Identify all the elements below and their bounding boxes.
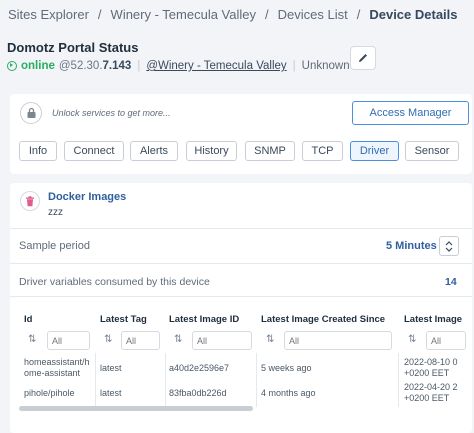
access-manager-button[interactable]: Access Manager: [352, 101, 469, 125]
cell-id-line: ome-assistant: [24, 368, 81, 378]
filter-input-created-since[interactable]: [284, 331, 392, 350]
tab-connect[interactable]: Connect: [64, 141, 124, 161]
driver-variables-label: Driver variables consumed by this device: [19, 276, 210, 288]
cell-created-since: 5 weeks ago: [261, 363, 312, 373]
column-header-latest-tag[interactable]: Latest Tag: [100, 314, 147, 325]
column-divider: [256, 353, 257, 407]
cell-image-id: 83fba0db226d: [169, 388, 227, 398]
filter-input-image-id[interactable]: [192, 331, 252, 350]
divider: [10, 263, 472, 264]
column-divider: [398, 353, 399, 407]
divider: [10, 296, 472, 297]
cell-image-line: 2022-04-20 2: [404, 382, 458, 392]
tab-history[interactable]: History: [186, 141, 237, 161]
divider: |: [137, 60, 141, 72]
breadcrumb-devices-list[interactable]: Devices List: [278, 7, 348, 22]
breadcrumb-current: Device Details: [369, 7, 458, 22]
breadcrumb: Sites Explorer / Winery - Temecula Valley /…: [8, 7, 458, 22]
cell-id-line: homeassistant/h: [24, 357, 90, 367]
divider: [10, 228, 472, 229]
stepper-icon: [445, 240, 453, 252]
edit-button[interactable]: [350, 46, 376, 70]
cell-image-line: +0200 EET: [404, 368, 450, 378]
ip-address-prefix: @52.30.: [58, 60, 103, 72]
lock-button[interactable]: [20, 102, 42, 124]
breadcrumb-sites-explorer[interactable]: Sites Explorer: [8, 7, 89, 22]
site-link[interactable]: @Winery - Temecula Valley: [146, 60, 286, 72]
sample-period-value[interactable]: 5 Minutes: [386, 240, 437, 252]
cell-created-since: 4 months ago: [261, 388, 316, 398]
page-title: Domotz Portal Status: [7, 40, 139, 55]
pencil-icon: [359, 54, 367, 62]
cell-latest-image: 2022-08-10 0 +0200 EET: [404, 357, 458, 379]
column-header-latest-image-id[interactable]: Latest Image ID: [169, 314, 239, 325]
tab-tcp[interactable]: TCP: [302, 141, 343, 161]
online-icon: [7, 61, 17, 71]
cell-image-line: +0200 EET: [404, 393, 450, 403]
column-header-id[interactable]: Id: [24, 314, 32, 325]
breadcrumb-site[interactable]: Winery - Temecula Valley: [111, 7, 256, 22]
breadcrumb-separator: /: [97, 7, 102, 22]
sort-icon[interactable]: ⇅: [266, 334, 274, 345]
driver-variables-count: 14: [445, 276, 457, 288]
trash-icon: [26, 195, 34, 206]
lock-icon: [27, 107, 35, 118]
tab-sensor[interactable]: Sensor: [405, 141, 459, 161]
tab-info[interactable]: Info: [19, 141, 57, 161]
column-header-latest-image[interactable]: Latest Image: [404, 314, 462, 325]
device-type: Unknown: [301, 60, 350, 72]
tab-driver[interactable]: Driver: [350, 141, 399, 161]
filter-input-id[interactable]: [47, 331, 90, 350]
breadcrumb-separator: /: [356, 7, 361, 22]
cell-image-id: a40d2e2596e7: [169, 363, 230, 373]
unlock-services-text: Unlock services to get more...: [52, 108, 171, 118]
driver-description: zzz: [48, 207, 63, 218]
ip-address-suffix: 7.143: [102, 60, 132, 72]
cell-latest-tag: latest: [100, 388, 122, 398]
column-header-created-since[interactable]: Latest Image Created Since: [261, 314, 385, 325]
breadcrumb-separator: /: [265, 7, 269, 22]
sort-icon[interactable]: ⇅: [104, 334, 112, 345]
column-divider: [165, 353, 166, 407]
tab-alerts[interactable]: Alerts: [130, 141, 178, 161]
column-divider: [95, 353, 96, 407]
cell-id: homeassistant/h ome-assistant: [24, 357, 90, 379]
cell-latest-image: 2022-04-20 2 +0200 EET: [404, 382, 458, 404]
delete-driver-button[interactable]: [20, 191, 40, 211]
cell-latest-tag: latest: [100, 363, 122, 373]
horizontal-scrollbar[interactable]: [19, 406, 253, 411]
filter-input-latest-image[interactable]: [426, 331, 466, 350]
driver-card: [10, 183, 472, 433]
filter-input-latest-tag[interactable]: [121, 331, 160, 350]
divider: |: [292, 60, 296, 72]
sort-icon[interactable]: ⇅: [174, 334, 182, 345]
cell-id: pihole/pihole: [24, 388, 75, 398]
tab-snmp[interactable]: SNMP: [245, 141, 295, 161]
sort-icon[interactable]: ⇅: [28, 334, 36, 345]
cell-image-line: 2022-08-10 0: [404, 357, 458, 367]
sample-period-label: Sample period: [19, 240, 90, 252]
device-status-line: online @52.30. 7.143 | @Winery - Temecula…: [7, 60, 350, 72]
sort-icon[interactable]: ⇅: [408, 334, 416, 345]
status-badge: online: [21, 60, 55, 72]
sample-period-stepper[interactable]: [439, 236, 459, 256]
driver-name: Docker Images: [48, 191, 127, 203]
